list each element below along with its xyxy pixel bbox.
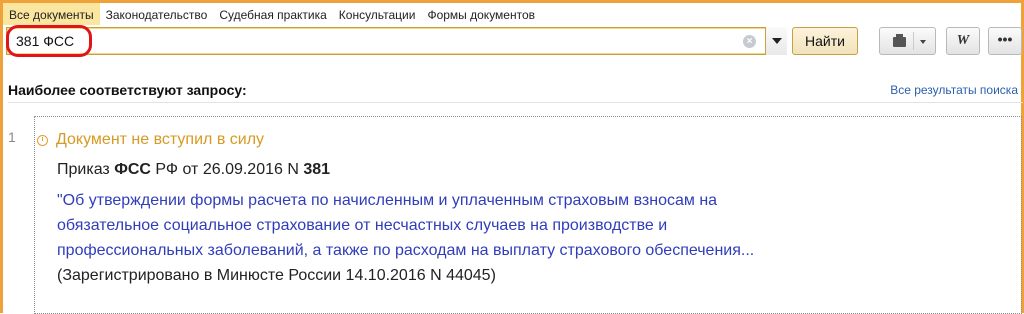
- tab-consultations[interactable]: Консультации: [333, 3, 422, 25]
- more-button[interactable]: •••: [988, 27, 1022, 55]
- registration-note: (Зарегистрировано в Минюсте России 14.10…: [57, 267, 496, 284]
- result-number: 1: [8, 129, 16, 145]
- heading-number: 381: [303, 161, 331, 178]
- search-input[interactable]: 381 ФСС ×: [6, 25, 787, 57]
- status-row: Документ не вступил в силу: [35, 130, 264, 150]
- chevron-down-icon[interactable]: [920, 40, 926, 44]
- result-card[interactable]: Документ не вступил в силу Приказ ФСС РФ…: [34, 116, 1022, 314]
- find-button[interactable]: Найти: [792, 27, 858, 55]
- export-word-button[interactable]: W: [946, 27, 980, 55]
- tab-document-forms[interactable]: Формы документов: [421, 3, 541, 25]
- all-results-link[interactable]: Все результаты поиска: [890, 83, 1018, 97]
- clock-icon: [37, 134, 48, 146]
- heading-date: РФ от 26.09.2016 N: [150, 161, 304, 178]
- print-button[interactable]: [879, 27, 936, 55]
- tab-all-documents[interactable]: Все документы: [3, 3, 100, 25]
- chevron-down-icon: [772, 38, 782, 44]
- clear-icon[interactable]: ×: [743, 35, 756, 48]
- results-heading: Наиболее соответствуют запросу:: [8, 82, 247, 98]
- print-icon: [893, 34, 906, 47]
- document-title-line[interactable]: "Об утверждении формы расчета по начисле…: [57, 192, 717, 210]
- search-history-dropdown[interactable]: [765, 27, 787, 55]
- divider: [913, 32, 914, 50]
- heading-prefix: Приказ: [57, 161, 115, 178]
- status-label: Документ не вступил в силу: [56, 131, 265, 148]
- tab-bar: Все документы Законодательство Судебная …: [3, 3, 541, 25]
- document-title-line[interactable]: обязательное социальное страхование от н…: [57, 217, 667, 235]
- tab-legislation[interactable]: Законодательство: [100, 3, 214, 25]
- tab-court-practice[interactable]: Судебная практика: [213, 3, 332, 25]
- search-highlight-circle: [6, 25, 92, 57]
- document-title-line[interactable]: профессиональных заболеваний, а также по…: [57, 242, 754, 260]
- document-heading: Приказ ФСС РФ от 26.09.2016 N 381: [57, 161, 330, 179]
- divider: [8, 102, 1023, 103]
- heading-org: ФСС: [114, 161, 151, 178]
